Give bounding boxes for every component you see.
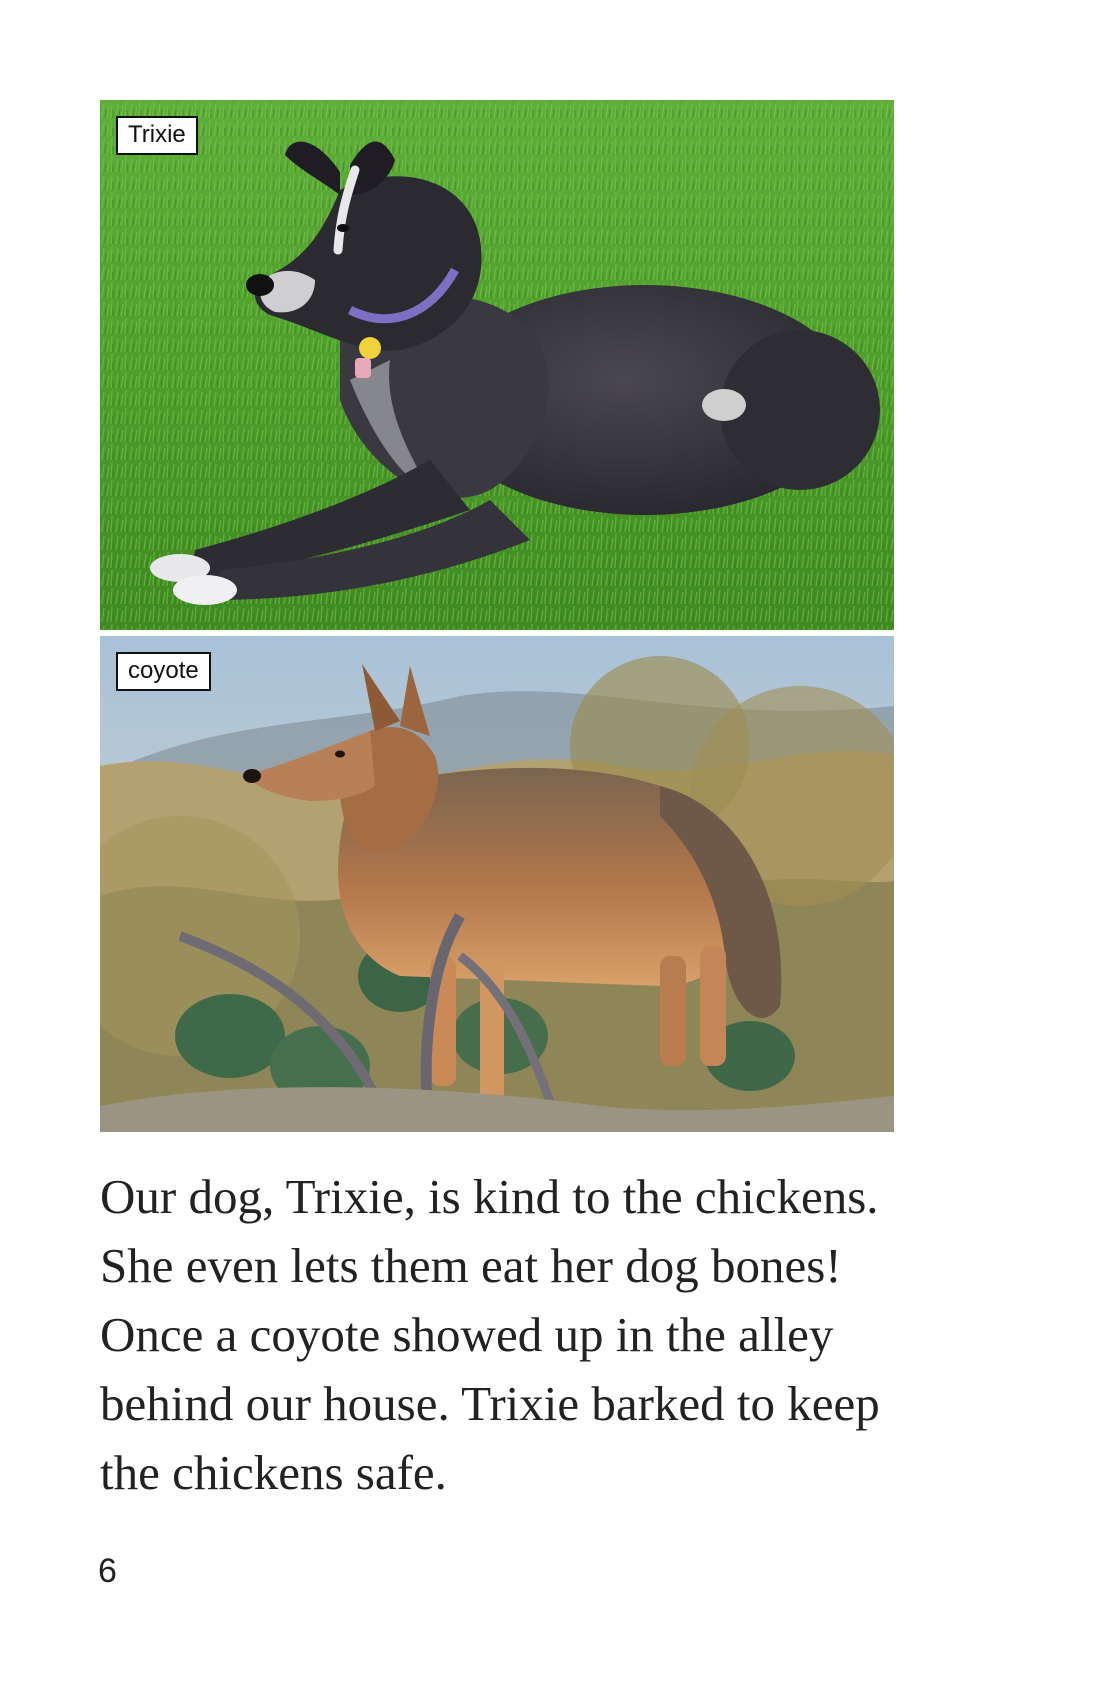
photo-caption: coyote [116,652,211,691]
coyote-illustration [100,636,894,1132]
photo-caption: Trixie [116,116,198,155]
page-number: 6 [98,1552,117,1590]
story-paragraph: Our dog, Trixie, is kind to the chickens… [100,1169,880,1500]
dog-photo: Trixie [100,100,894,630]
coyote-photo: coyote [100,636,894,1132]
dog-illustration [100,100,894,630]
